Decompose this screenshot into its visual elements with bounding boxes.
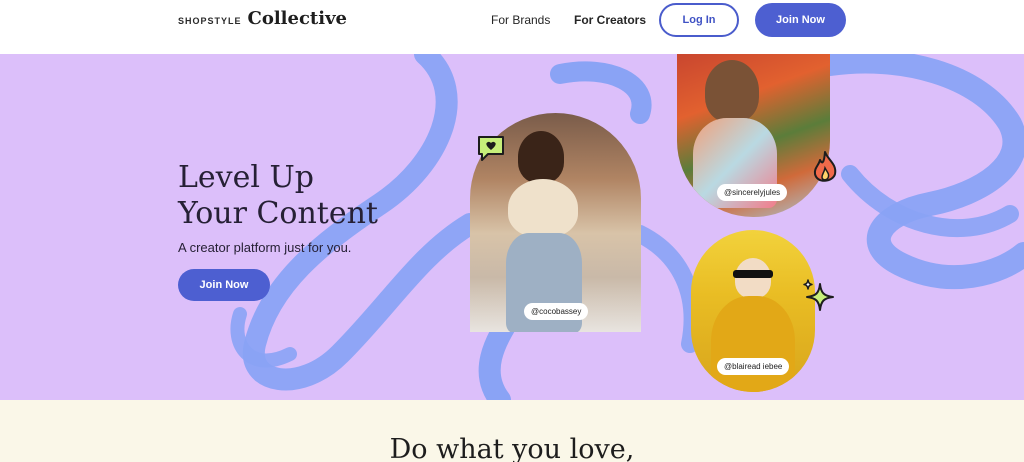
person-coat <box>711 296 795 392</box>
join-now-button-header[interactable]: Join Now <box>755 3 846 37</box>
hero-title-line-1: Level Up <box>178 160 314 195</box>
intro-section: Do what you love, <box>0 400 1024 462</box>
person-head <box>705 60 759 122</box>
creator-handle-cocobassey: @cocobassey <box>524 303 589 320</box>
section-heading: Do what you love, <box>389 434 635 462</box>
logo-shopstyle-text: SHOPSTYLE <box>178 16 242 26</box>
person-head <box>735 258 771 298</box>
sunglasses <box>733 270 773 278</box>
sparkle-icon <box>803 279 834 311</box>
nav-for-brands[interactable]: For Brands <box>491 13 550 27</box>
logo-collective-text: Collective <box>247 8 347 29</box>
top-navigation: SHOPSTYLE Collective For Brands For Crea… <box>0 0 1024 54</box>
fire-icon <box>813 151 837 182</box>
hero-subtitle: A creator platform just for you. <box>178 240 352 255</box>
person-head <box>518 131 564 183</box>
creator-handle-sincerelyjules: @sincerelyjules <box>717 184 788 201</box>
nav-for-creators[interactable]: For Creators <box>574 13 646 27</box>
hero-section: Level Up Your Content A creator platform… <box>0 54 1024 400</box>
creator-photo-blaireadiebee: @blairead iebee <box>691 230 815 392</box>
person-top <box>508 179 578 237</box>
hero-title-line-2: Your Content <box>178 196 378 231</box>
join-now-button-hero[interactable]: Join Now <box>178 269 270 301</box>
login-button[interactable]: Log In <box>659 3 739 37</box>
heart-chat-icon <box>478 136 504 161</box>
creator-handle-blaireadiebee: @blairead iebee <box>717 358 790 375</box>
creator-photo-sincerelyjules: @sincerelyjules <box>677 54 830 217</box>
shopstyle-collective-logo[interactable]: SHOPSTYLE Collective <box>178 8 347 29</box>
hero-title: Level Up Your Content <box>178 160 378 232</box>
